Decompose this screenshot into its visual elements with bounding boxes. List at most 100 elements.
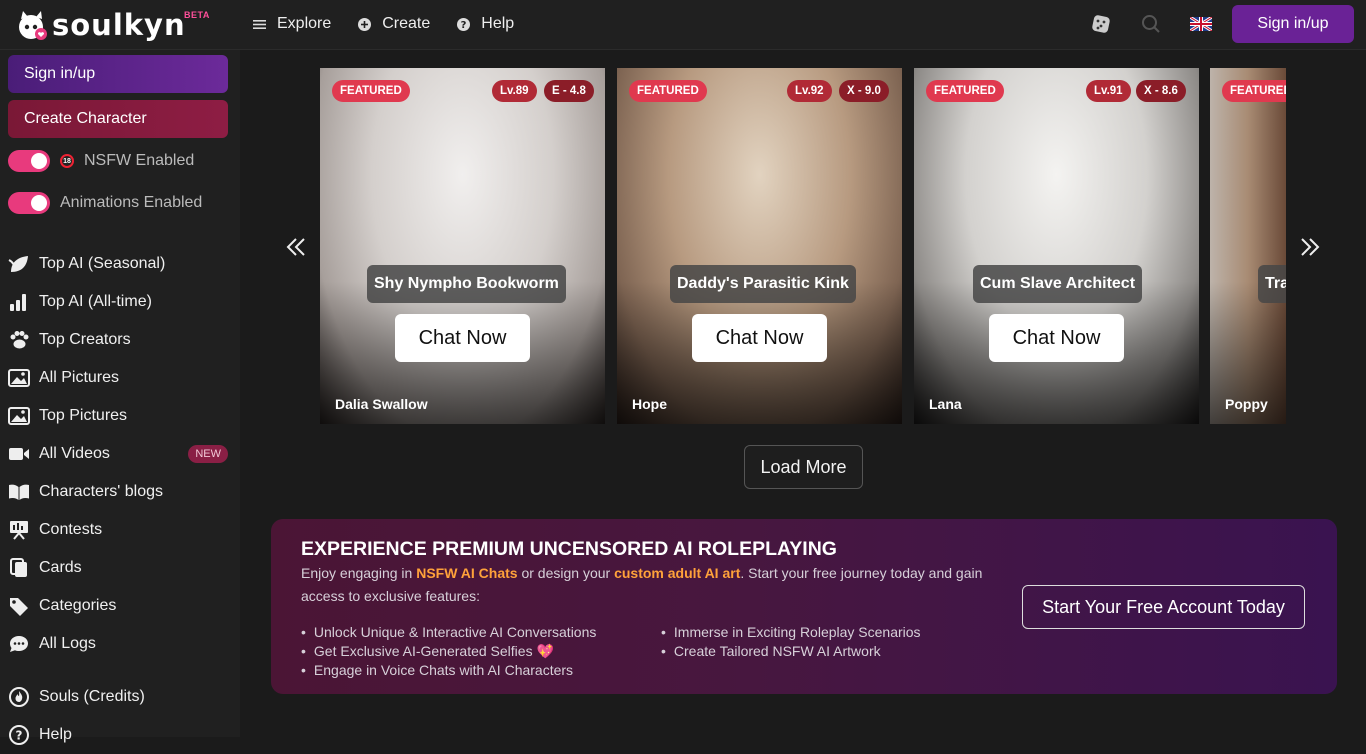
card-title: Tra	[1258, 265, 1286, 303]
question-circle-icon: ?	[457, 17, 471, 31]
sidebar-item-label: Top AI (All-time)	[39, 293, 152, 310]
nav-help[interactable]: ? Help	[456, 15, 514, 33]
sidebar-item-label: Top Creators	[39, 331, 131, 348]
sidebar-item-cards[interactable]: Cards	[8, 549, 232, 587]
sidebar-item-label: All Pictures	[39, 369, 120, 386]
language-button[interactable]	[1176, 5, 1226, 43]
card-shade	[914, 68, 1199, 424]
level-badge: Lv.92	[787, 80, 832, 102]
uk-flag-icon	[1190, 17, 1212, 31]
featured-badge: FEATURED	[1222, 80, 1286, 102]
sidebar-item-label: Top AI (Seasonal)	[39, 255, 166, 272]
sidebar-item-top-ai-seasonal[interactable]: Top AI (Seasonal)	[8, 245, 232, 283]
random-dice-button[interactable]	[1076, 5, 1126, 43]
search-button[interactable]	[1126, 5, 1176, 43]
score-badge: X - 9.0	[839, 80, 889, 102]
nsfw-toggle[interactable]	[8, 150, 50, 172]
sidebar-item-categories[interactable]: Categories	[8, 587, 232, 625]
character-card[interactable]: FEATURED Lv.89 E - 4.8 Shy Nympho Bookwo…	[320, 68, 605, 424]
score-badge: E - 4.8	[544, 80, 594, 102]
question-circle-icon: ?	[9, 725, 29, 745]
sidebar-item-all-videos[interactable]: All Videos NEW	[8, 435, 232, 473]
nav-create[interactable]: Create	[357, 15, 430, 33]
chat-now-button[interactable]: Chat Now	[989, 314, 1124, 362]
sidebar-item-label: All Videos	[39, 445, 110, 462]
sidebar-item-contests[interactable]: Contests	[8, 511, 232, 549]
chat-now-button[interactable]: Chat Now	[692, 314, 827, 362]
load-more-button[interactable]: Load More	[744, 445, 863, 489]
sidebar-item-top-pictures[interactable]: Top Pictures	[8, 397, 232, 435]
image-icon	[8, 407, 30, 425]
plus-circle-icon	[358, 17, 372, 31]
menu-lines-icon	[253, 19, 266, 29]
nav-explore[interactable]: Explore	[252, 15, 331, 33]
sidebar-item-all-pictures[interactable]: All Pictures	[8, 359, 232, 397]
character-card[interactable]: FEATURED Lv.92 X - 9.0 Daddy's Parasitic…	[617, 68, 902, 424]
bar-chart-icon	[10, 294, 26, 311]
chat-now-button[interactable]: Chat Now	[395, 314, 530, 362]
sidebar-item-top-ai-all-time[interactable]: Top AI (All-time)	[8, 283, 232, 321]
card-shade	[320, 68, 605, 424]
sidebar-signin-button[interactable]: Sign in/up	[8, 55, 228, 93]
nsfw-toggle-label: NSFW Enabled	[84, 152, 195, 169]
cards-icon	[10, 558, 27, 577]
sidebar-item-all-logs[interactable]: All Logs	[8, 625, 232, 663]
character-name: Dalia Swallow	[335, 396, 428, 412]
character-name: Hope	[632, 396, 667, 412]
character-carousel: FEATURED Lv.89 E - 4.8 Shy Nympho Bookwo…	[320, 68, 1286, 424]
feature-item: Engage in Voice Chats with AI Characters	[301, 661, 596, 680]
new-badge: NEW	[188, 445, 228, 463]
sidebar-item-label: Characters' blogs	[39, 483, 163, 500]
sidebar-item-characters-blogs[interactable]: Characters' blogs	[8, 473, 232, 511]
featured-badge: FEATURED	[629, 80, 707, 102]
search-icon	[1142, 15, 1160, 33]
header-signin-button[interactable]: Sign in/up	[1232, 5, 1354, 43]
promo-text: or design your	[517, 565, 615, 581]
nav-explore-label: Explore	[277, 15, 332, 32]
animations-toggle[interactable]	[8, 192, 50, 214]
card-shade	[617, 68, 902, 424]
carousel-prev-arrow[interactable]	[285, 236, 307, 258]
featured-badge: FEATURED	[332, 80, 410, 102]
card-shade	[1210, 68, 1286, 424]
card-title: Daddy's Parasitic Kink	[670, 265, 856, 303]
menu-separator	[8, 663, 232, 678]
character-card[interactable]: FEATURED Tra Poppy	[1210, 68, 1286, 424]
feature-item: Get Exclusive AI-Generated Selfies 💖	[301, 642, 596, 661]
character-card[interactable]: FEATURED Lv.91 X - 8.6 Cum Slave Archite…	[914, 68, 1199, 424]
promo-description: Enjoy engaging in NSFW AI Chats or desig…	[301, 562, 1001, 608]
beta-tag: BETA	[184, 10, 210, 20]
presentation-icon	[10, 521, 28, 540]
carousel-next-arrow[interactable]	[1299, 236, 1321, 258]
start-free-account-button[interactable]: Start Your Free Account Today	[1022, 585, 1305, 629]
brand-name: soulkyn	[52, 8, 186, 42]
featured-badge: FEATURED	[926, 80, 1004, 102]
level-badge: Lv.91	[1086, 80, 1131, 102]
header-actions: Sign in/up	[1076, 5, 1354, 43]
character-name: Lana	[929, 396, 962, 412]
sidebar-item-souls-credits[interactable]: Souls (Credits)	[8, 678, 232, 716]
leaf-icon	[8, 256, 28, 272]
create-character-button[interactable]: Create Character	[8, 100, 228, 138]
sidebar-item-label: Souls (Credits)	[39, 688, 145, 705]
nav-help-label: Help	[481, 15, 515, 32]
top-bar: soulkyn BETA Explore Create ? Help Sign …	[0, 0, 1366, 50]
logo[interactable]: soulkyn	[14, 8, 186, 42]
tag-icon	[10, 598, 28, 616]
main-nav: Explore Create ? Help	[252, 0, 514, 48]
sidebar-item-label: Top Pictures	[39, 407, 128, 424]
animations-toggle-label: Animations Enabled	[60, 194, 203, 211]
nsfw-toggle-row: 18 NSFW Enabled	[8, 149, 194, 173]
promo-text: Enjoy engaging in	[301, 565, 417, 581]
custom-ai-art-link[interactable]: custom adult AI art	[614, 565, 740, 581]
svg-text:?: ?	[461, 20, 467, 31]
level-badge: Lv.89	[492, 80, 537, 102]
character-name: Poppy	[1225, 396, 1268, 412]
sidebar-item-label: Help	[39, 726, 72, 743]
nsfw-ai-chats-link[interactable]: NSFW AI Chats	[416, 565, 517, 581]
sidebar-item-top-creators[interactable]: Top Creators	[8, 321, 232, 359]
dice-icon	[1092, 15, 1110, 33]
feature-item: Unlock Unique & Interactive AI Conversat…	[301, 623, 596, 642]
sidebar-item-help[interactable]: ? Help	[8, 716, 232, 754]
sidebar-item-label: Categories	[39, 597, 117, 614]
